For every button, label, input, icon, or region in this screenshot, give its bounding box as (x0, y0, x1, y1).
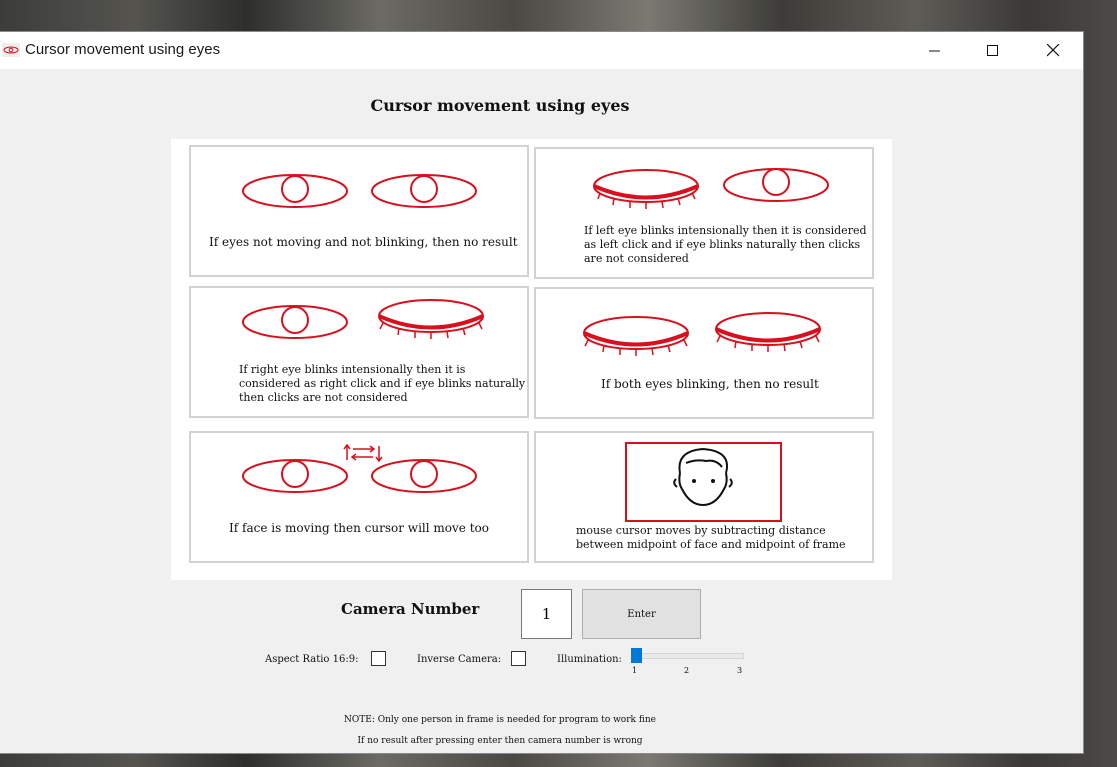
close-button[interactable] (1030, 32, 1076, 69)
panel-no-movement: If eyes not moving and not blinking, the… (189, 145, 529, 277)
aspect-ratio-checkbox[interactable] (371, 651, 386, 666)
panel-right-blink: If right eye blinks intensionally then i… (189, 286, 529, 418)
illumination-slider-track[interactable] (636, 653, 744, 659)
panel-both-blink: If both eyes blinking, then no result (534, 287, 874, 419)
illumination-label: Illumination: (557, 654, 622, 665)
eye-app-icon (2, 43, 20, 57)
panel-face-moving: If face is moving then cursor will move … (189, 431, 529, 563)
page-title: Cursor movement using eyes (370, 96, 630, 115)
panel-caption: If both eyes blinking, then no result (601, 377, 819, 391)
panel-face-frame: mouse cursor moves by subtracting distan… (534, 431, 874, 563)
illumination-slider-thumb[interactable] (631, 648, 642, 663)
minimize-button[interactable] (912, 32, 958, 69)
maximize-button[interactable] (970, 32, 1016, 69)
panel-caption: If eyes not moving and not blinking, the… (209, 235, 518, 249)
app-window: Cursor movement using eyes Cursor moveme… (0, 32, 1083, 753)
note-camera-wrong: If no result after pressing enter then c… (357, 736, 643, 746)
window-title: Cursor movement using eyes (25, 41, 221, 58)
arrows-icon (343, 443, 383, 463)
inverse-camera-checkbox[interactable] (511, 651, 526, 666)
slider-tick-label: 3 (737, 666, 743, 675)
aspect-ratio-label: Aspect Ratio 16:9: (265, 654, 359, 665)
enter-button[interactable]: Enter (582, 589, 701, 639)
panel-caption: If face is moving then cursor will move … (229, 521, 489, 535)
moving-eyes-icon (242, 443, 477, 493)
maximize-icon (987, 44, 998, 56)
slider-tick-label: 1 (632, 666, 638, 675)
panel-caption: If left eye blinks intensionally then it… (584, 224, 867, 265)
both-blink-eyes-icon (583, 312, 821, 356)
panel-caption: If right eye blinks intensionally then i… (239, 363, 526, 404)
close-icon (1046, 44, 1059, 57)
note-one-person: NOTE: Only one person in frame is needed… (344, 715, 656, 725)
panel-left-blink: If left eye blinks intensionally then it… (534, 147, 874, 279)
camera-number-input[interactable]: 1 (521, 589, 572, 639)
open-eyes-icon (242, 174, 477, 208)
inverse-camera-label: Inverse Camera: (417, 654, 502, 665)
instructions-image: If eyes not moving and not blinking, the… (171, 139, 892, 580)
minimize-icon (929, 50, 940, 51)
slider-tick-label: 2 (684, 666, 690, 675)
title-bar[interactable]: Cursor movement using eyes (0, 32, 1083, 69)
camera-number-label: Camera Number (341, 600, 480, 618)
panel-caption: mouse cursor moves by subtracting distan… (576, 524, 846, 551)
